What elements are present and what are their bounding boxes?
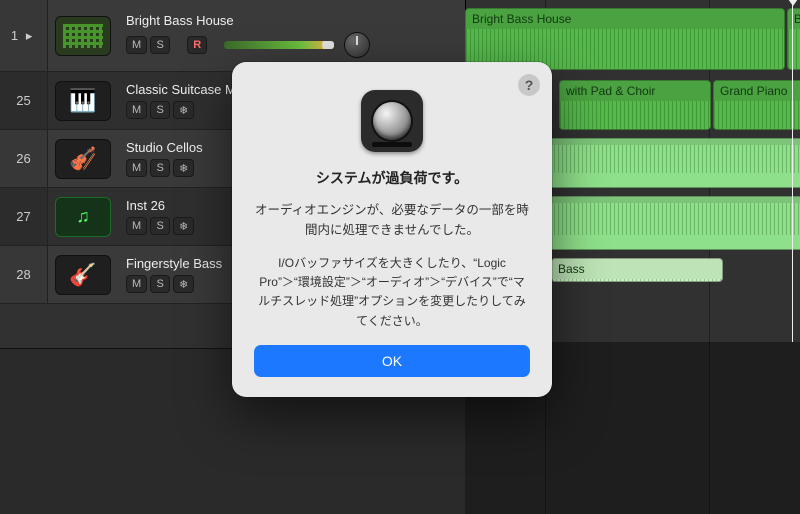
solo-button[interactable]: S <box>150 217 170 235</box>
track-number: 28 <box>0 246 48 303</box>
help-button[interactable]: ? <box>518 74 540 96</box>
region[interactable]: Grand Piano <box>713 80 800 130</box>
freeze-button[interactable] <box>173 217 194 235</box>
solo-button[interactable]: S <box>150 275 170 293</box>
disclosure-icon[interactable]: ▸ <box>22 29 36 43</box>
volume-meter[interactable] <box>224 41 334 49</box>
track-number: 26 <box>0 130 48 187</box>
track-number: 25 <box>0 72 48 129</box>
solo-button[interactable]: S <box>150 159 170 177</box>
region[interactable]: with Pad & Choir <box>559 80 711 130</box>
app-icon <box>361 90 423 152</box>
gridline <box>709 0 710 514</box>
track-number: 1▸ <box>0 0 48 71</box>
ok-button[interactable]: OK <box>254 345 530 377</box>
solo-button[interactable]: S <box>150 101 170 119</box>
track-icon: 🎻 <box>48 130 118 187</box>
freeze-button[interactable] <box>173 159 194 177</box>
mute-button[interactable]: M <box>126 275 147 293</box>
record-enable-button[interactable]: R <box>187 36 207 54</box>
mute-button[interactable]: M <box>126 217 147 235</box>
track-body: Bright Bass House MSR <box>118 0 465 71</box>
mute-button[interactable]: M <box>126 101 147 119</box>
freeze-button[interactable] <box>173 275 194 293</box>
dialog-body-1: オーディオエンジンが、必要なデータの一部を時間内に処理できませんでした。 <box>254 200 530 240</box>
dialog-title: システムが過負荷です。 <box>254 168 530 188</box>
pan-knob[interactable] <box>344 32 370 58</box>
track-name: Bright Bass House <box>126 13 457 28</box>
track-icon: 🎹 <box>48 72 118 129</box>
solo-button[interactable]: S <box>150 36 170 54</box>
region-label: Bright Bass <box>788 9 800 29</box>
playhead[interactable] <box>792 0 793 342</box>
region[interactable]: Bright Bass House <box>465 8 785 70</box>
track-icon: 🎸 <box>48 246 118 303</box>
track-icon: ♫ <box>48 188 118 245</box>
track-number: 27 <box>0 188 48 245</box>
system-overload-dialog: ? システムが過負荷です。 オーディオエンジンが、必要なデータの一部を時間内に処… <box>232 62 552 397</box>
region-label: Bright Bass House <box>466 9 784 29</box>
mute-button[interactable]: M <box>126 36 147 54</box>
freeze-button[interactable] <box>173 101 194 119</box>
mute-button[interactable]: M <box>126 159 147 177</box>
region-label: Grand Piano <box>714 81 800 101</box>
region[interactable]: Bright Bass <box>787 8 800 70</box>
dialog-body-2: I/Oバッファサイズを大きくしたり、“Logic Pro”＞“環境設定”＞“オー… <box>254 254 530 331</box>
region-label: with Pad & Choir <box>560 81 710 101</box>
track-icon <box>48 0 118 71</box>
region[interactable]: Bass <box>551 258 723 282</box>
region-label: Bass <box>552 259 722 279</box>
